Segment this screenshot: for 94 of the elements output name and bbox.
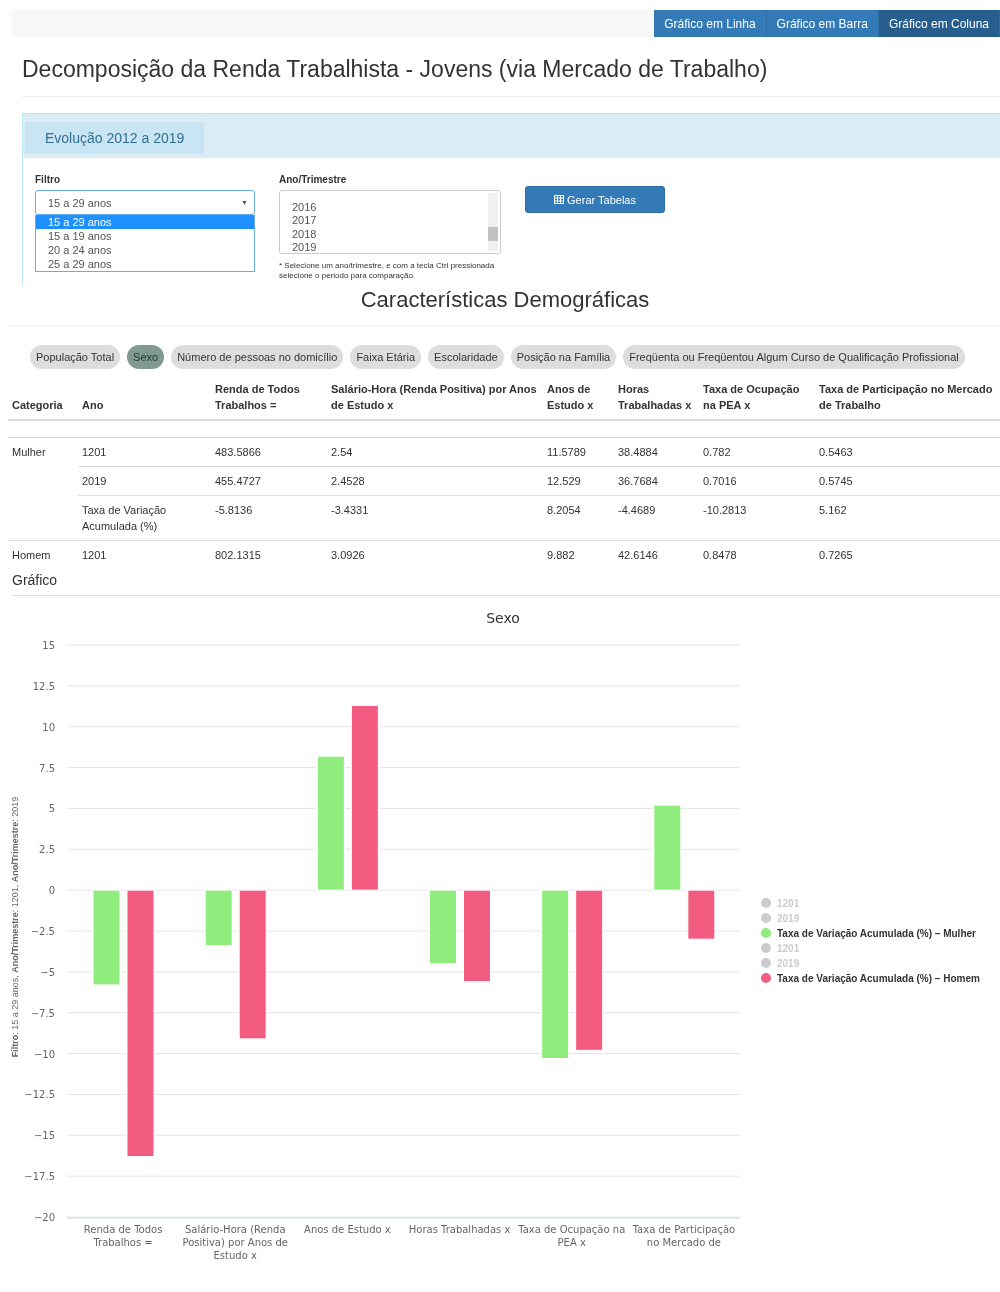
legend-item[interactable]: Taxa de Variação Acumulada (%) – Homem [761,972,980,984]
x-axis-label: Anos de Estudo x [303,1222,392,1236]
table-icon [554,195,565,204]
y-tick-label: −2.5 [30,925,55,937]
table-cell: 0.782 [703,445,731,458]
table-cell: -5.8136 [215,503,253,516]
table-cell: 5.162 [819,503,847,516]
y-tick-label: −12.5 [24,1088,55,1100]
table-cell: -10.2813 [703,503,747,516]
table-cell: 2.54 [331,445,353,458]
table-cell: 1201 [82,445,107,458]
category-pill[interactable]: Número de pessoas no domicílio [171,345,344,369]
period-option[interactable]: 2019 [292,241,500,253]
table-cell: -3.4331 [331,503,369,516]
legend-dot-icon [761,898,771,908]
chart-type-button[interactable]: Gráfico em Linha [654,10,767,37]
bar [204,889,233,946]
table-cell: 802.1315 [215,548,261,561]
period-listbox[interactable]: 2016 2017 2018 2019 [279,190,501,254]
table-cell: 12.529 [547,474,581,487]
table-cell: 9.882 [547,548,575,561]
table-cell: 2019 [82,474,107,487]
y-tick-label: 2.5 [39,843,55,855]
chart-heading: Gráfico [12,571,1000,596]
table-cell: 455.4727 [215,474,261,487]
table-cell: 0.8478 [703,548,737,561]
category-pill[interactable]: Faixa Etária [350,345,422,369]
period-option[interactable]: 2017 [292,214,500,228]
y-tick-label: 7.5 [39,762,55,774]
x-axis-label: Taxa de Ocupação na PEA x [517,1222,627,1249]
y-tick-label: −7.5 [30,1007,55,1019]
legend-item[interactable]: Taxa de Variação Acumulada (%) – Mulher [761,927,980,939]
table-cell: Mulher [12,445,46,458]
generate-button[interactable]: Gerar Tabelas [525,186,665,213]
y-tick-label: 0 [48,884,55,896]
y-tick-label: 5 [48,802,55,814]
category-pill[interactable]: População Total [30,345,121,369]
table-cell: 1201 [82,548,107,561]
chart-title: Sexo [486,609,520,626]
column-header: Salário-Hora (Renda Positiva) por Anos de Estudo x [327,375,543,420]
y-tick-label: 15 [42,639,55,651]
x-axis-label: Salário-Hora (Renda Positiva) por Anos de Estudo x [181,1222,289,1262]
table-cell: 8.2054 [547,503,581,516]
period-label: Ano/Trimestre [279,174,348,185]
column-header: Ano [78,375,211,420]
y-axis-title: Filtro: 15 a 29 anos, Ano/Trimestre: 1201, Ano/Trimestre: 2019 [10,795,20,1059]
y-tick-label: −20 [33,1211,55,1223]
y-tick-label: −17.5 [24,1170,55,1182]
column-header: Taxa de Participação no Mercado de Trabalho [815,375,1000,420]
column-header: Horas Trabalhadas x [614,375,699,420]
period-option[interactable]: 2016 [292,201,500,215]
bar [687,889,716,940]
scrollbar-thumb[interactable] [488,227,498,241]
legend-dot-icon [761,943,771,953]
period-option[interactable]: 2018 [292,227,500,242]
table-cell: 38.4884 [618,445,658,458]
category-pill[interactable]: Freqüenta ou Freqüentou Algum Curso de Qualificação Profissional [623,345,965,369]
chart-type-button[interactable]: Gráfico em Barra [766,10,879,37]
panel-tab[interactable]: Evolução 2012 a 2019 [25,122,205,154]
category-pill[interactable]: Escolaridade [428,345,504,369]
table-cell: -4.4689 [618,503,656,516]
x-axis-label: Taxa de Participação no Mercado de [631,1222,737,1249]
table-cell: 0.7265 [819,548,853,561]
filter-label: Filtro [35,174,61,185]
column-header: Anos de Estudo x [543,375,614,420]
legend-dot-icon [761,958,771,968]
section-title: Características Demográficas [10,285,1000,326]
x-axis-label: Horas Trabalhadas x [407,1222,512,1236]
y-tick-label: −5 [40,966,55,978]
table-cell: 483.5866 [215,445,261,458]
legend-dot-icon [761,913,771,923]
table-cell: Homem [12,548,51,561]
table-cell: 42.6146 [618,548,658,561]
y-tick-label: −10 [33,1048,55,1060]
category-pill[interactable]: Sexo [127,345,165,369]
column-header: Taxa de Ocupação na PEA x [699,375,815,420]
table-cell: 36.7684 [618,474,658,487]
y-tick-label: 10 [42,721,55,733]
column-header: Renda de Todos Trabalhos = [211,375,327,420]
chart-type-button[interactable]: Gráfico em Coluna [878,10,1000,37]
page-title: Decomposição da Renda Trabalhista - Jovens (via Mercado de Trabalho) [22,37,1000,97]
hint-text: * Selecione um ano/trimestre, e com a tecla Ctrl pressionada selecione o periodo para comparação. [279,261,496,281]
column-header: Categoria [8,375,78,420]
table-cell: 0.5463 [819,445,853,458]
y-tick-label: −15 [33,1129,55,1141]
table-cell: 2.4528 [331,474,365,487]
table-cell: Taxa de Variação Acumulada (%) [82,503,167,532]
y-tick-label: 12.5 [32,680,55,692]
category-pill[interactable]: Posição na Família [510,345,617,369]
x-axis-label: Renda de Todos Trabalhos = [82,1222,164,1249]
table-cell: 11.5789 [547,445,586,458]
table-cell: 0.7016 [703,474,737,487]
table-cell: 0.5745 [819,474,853,487]
table-cell: 3.0926 [331,548,365,561]
